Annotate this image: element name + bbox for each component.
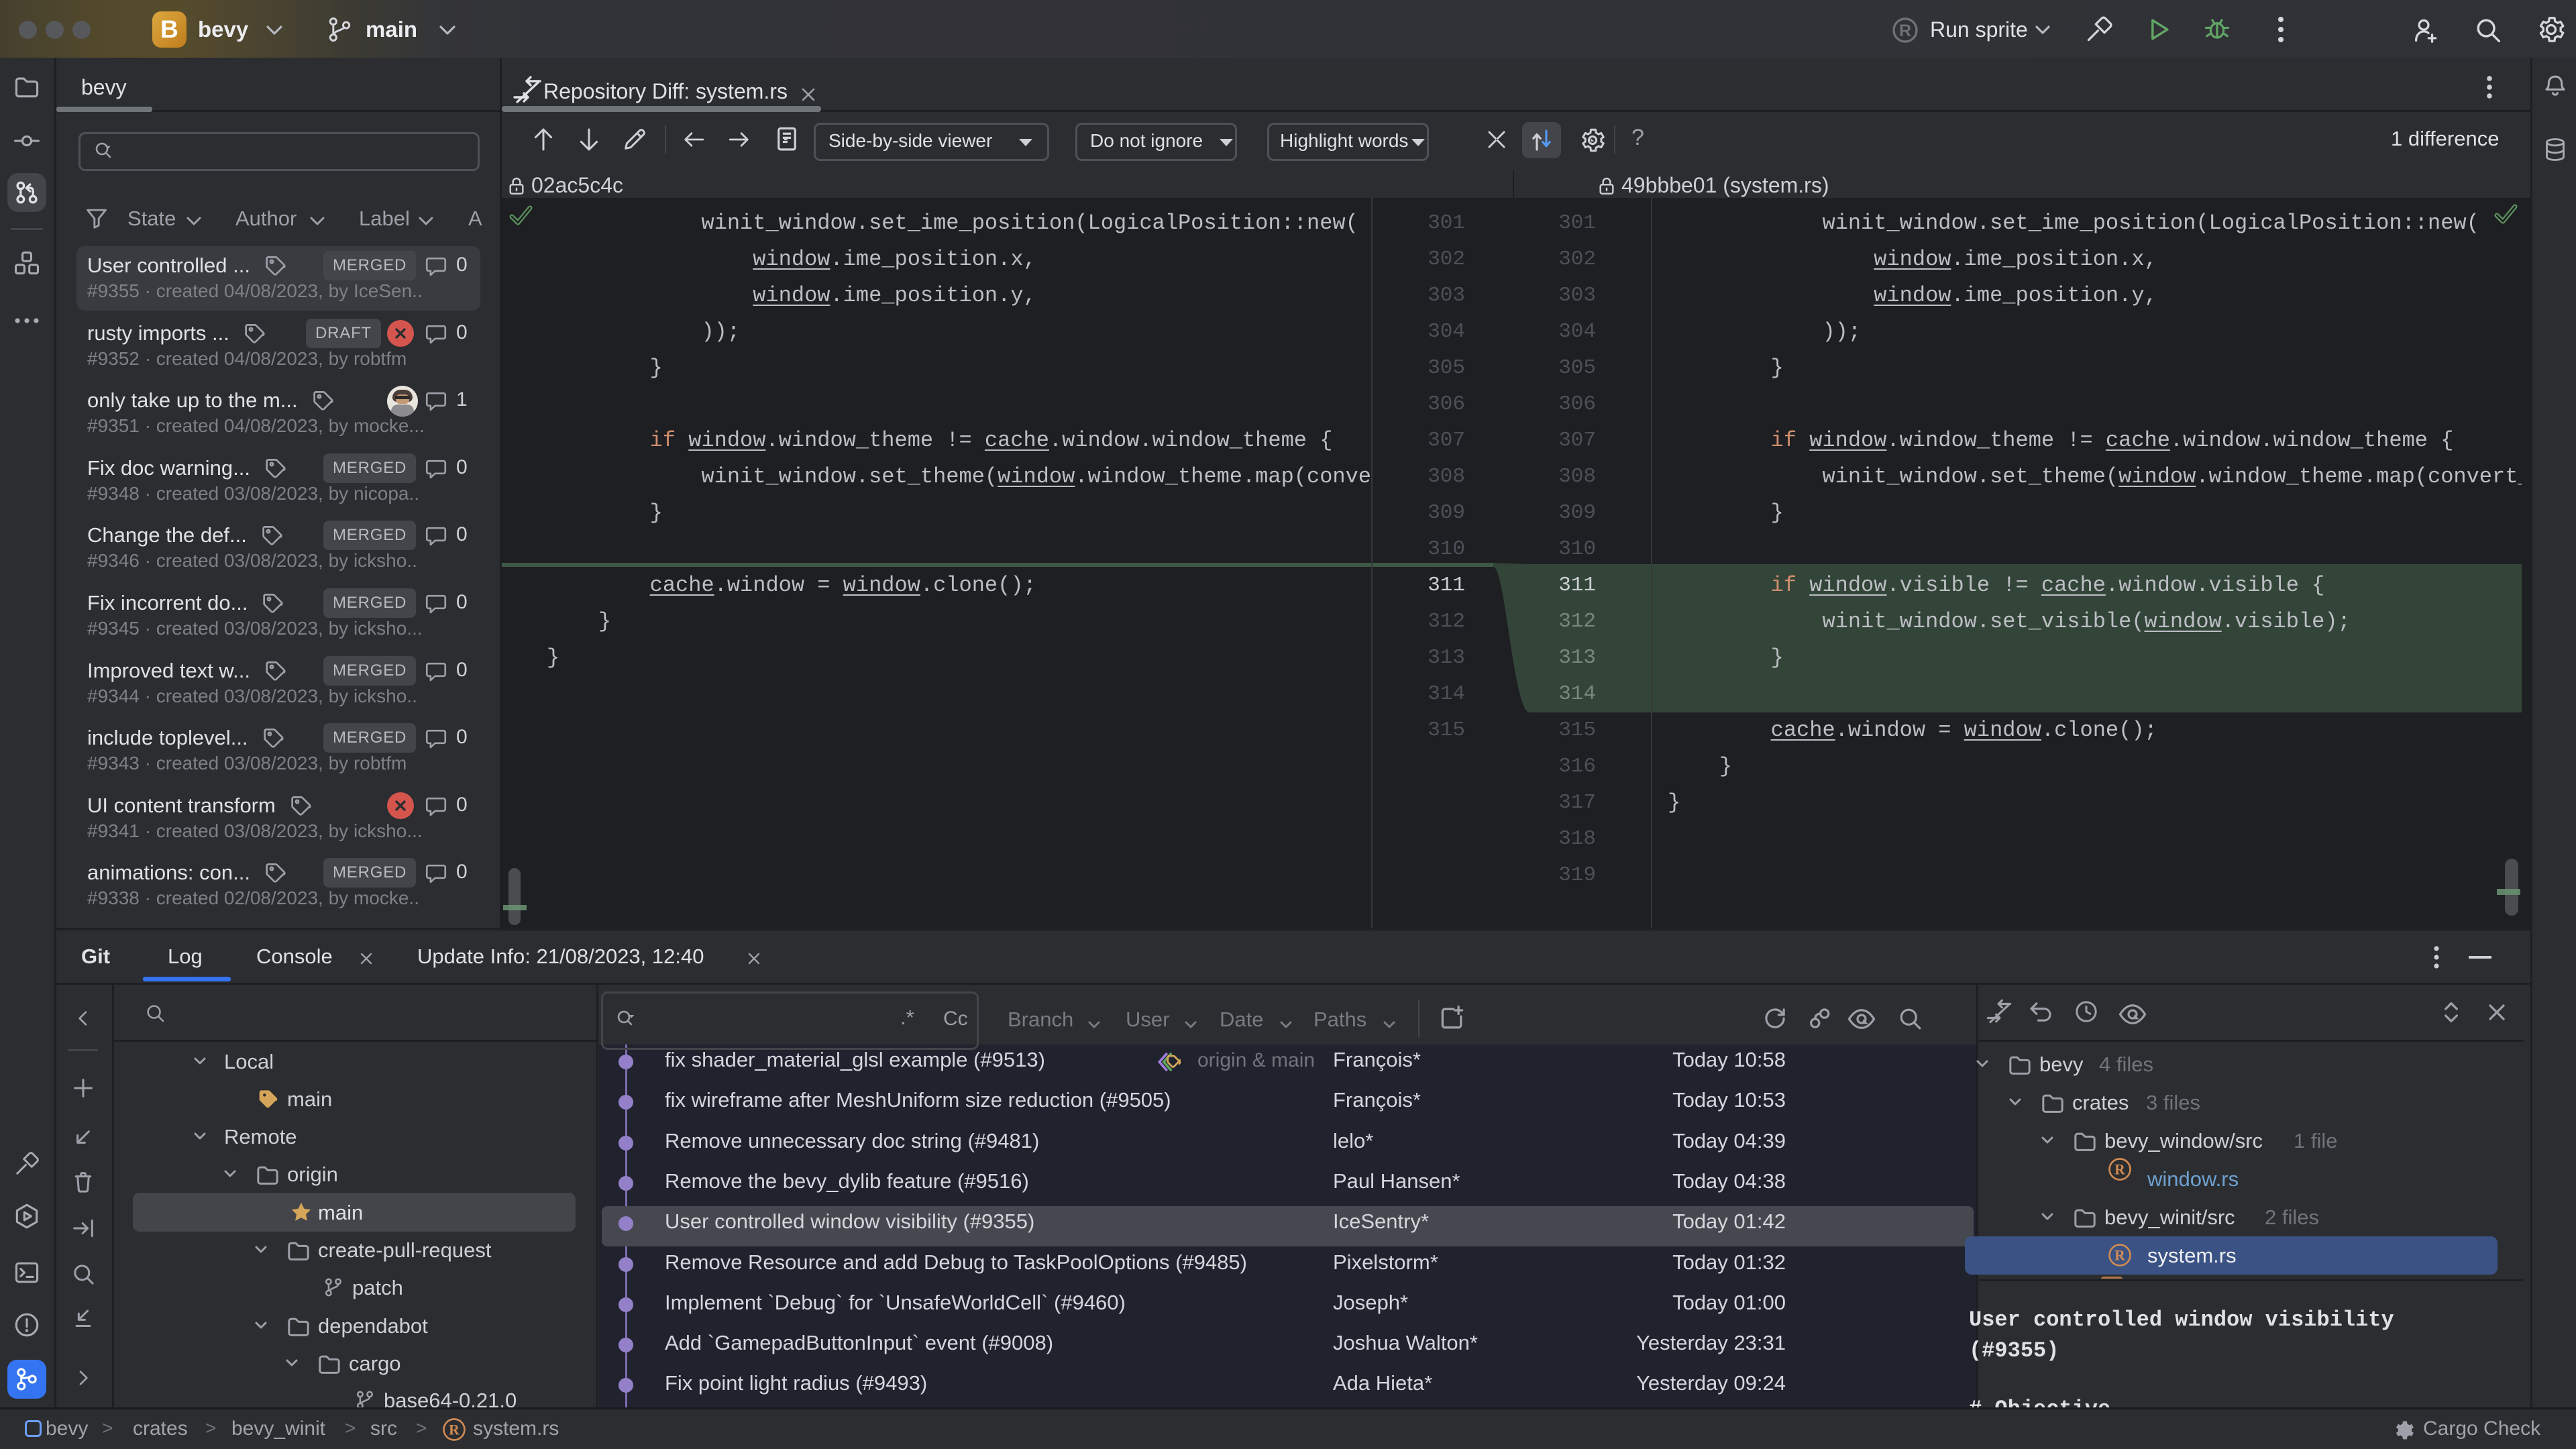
- svg-text:R: R: [1899, 21, 1911, 40]
- svg-text:R: R: [2114, 1162, 2125, 1178]
- svg-text:R: R: [2114, 1248, 2125, 1264]
- svg-text:R: R: [449, 1422, 460, 1438]
